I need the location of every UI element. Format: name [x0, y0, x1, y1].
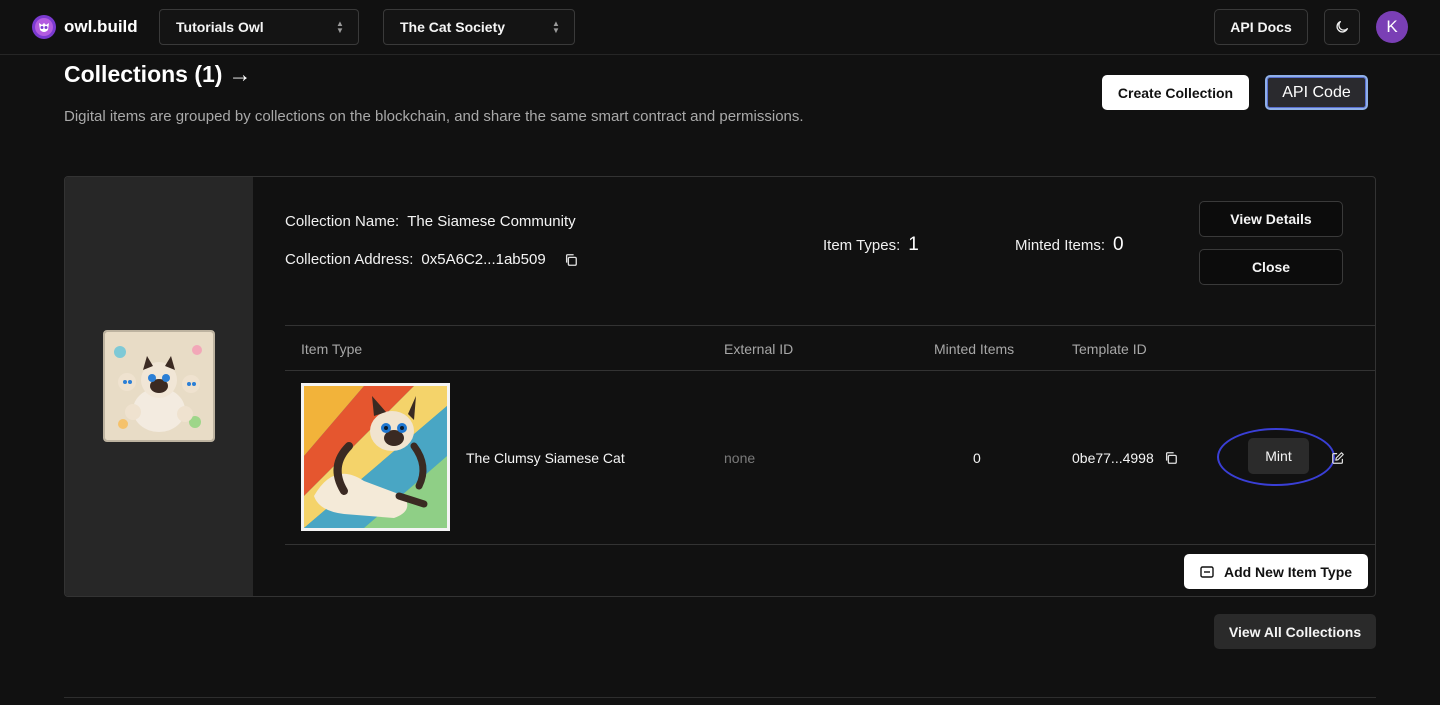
organization-select[interactable]: Tutorials Owl ▲ ▼ [159, 9, 359, 45]
copy-icon[interactable] [1164, 451, 1178, 465]
view-all-collections-button[interactable]: View All Collections [1214, 614, 1376, 649]
collection-address-value: 0x5A6C2...1ab509 [421, 251, 546, 268]
owl-logo-icon [32, 15, 56, 39]
collection-image [103, 330, 215, 442]
collection-name-row: Collection Name: The Siamese Community [285, 213, 576, 230]
api-docs-button[interactable]: API Docs [1214, 9, 1308, 45]
column-header-external-id: External ID [724, 341, 794, 357]
table-header: Item Type External ID Minted Items Templ… [285, 325, 1375, 371]
collection-name-value: The Siamese Community [407, 213, 576, 230]
brand-name: owl.build [64, 17, 138, 36]
column-header-item-type: Item Type [301, 341, 363, 357]
item-minted-count: 0 [973, 450, 981, 466]
add-item-icon [1200, 565, 1214, 578]
project-select[interactable]: The Cat Society ▲ ▼ [383, 9, 575, 45]
collection-card: Collection Name: The Siamese Community C… [64, 176, 1376, 597]
top-navigation-bar: owl.build Tutorials Owl ▲ ▼ The Cat Socie… [0, 0, 1440, 55]
add-new-item-type-button[interactable]: Add New Item Type [1184, 554, 1368, 589]
table-row: The Clumsy Siamese Cat none 0 0be77...49… [285, 371, 1375, 545]
arrow-right-icon: → [228, 61, 252, 87]
divider [64, 697, 1376, 698]
add-new-item-type-label: Add New Item Type [1223, 563, 1353, 580]
column-header-minted-items: Minted Items [934, 341, 1015, 357]
item-types-stat: Item Types: 1 [823, 234, 919, 256]
project-select-value: The Cat Society [400, 19, 506, 35]
mint-button[interactable]: Mint [1248, 438, 1309, 474]
brand[interactable]: owl.build [32, 15, 138, 39]
view-details-button[interactable]: View Details [1199, 201, 1343, 237]
moon-icon [1336, 21, 1348, 33]
collection-name-label: Collection Name: [285, 213, 400, 230]
minted-items-stat: Minted Items: 0 [1015, 234, 1124, 256]
api-code-button[interactable]: API Code [1265, 75, 1368, 110]
item-type-image [301, 383, 450, 531]
chevron-up-down-icon: ▲ ▼ [552, 19, 560, 35]
page-title[interactable]: Collections (1) → [64, 61, 251, 88]
create-collection-button[interactable]: Create Collection [1102, 75, 1249, 110]
item-type-name: The Clumsy Siamese Cat [466, 450, 625, 466]
item-types-count: 1 [908, 234, 919, 255]
item-external-id: none [724, 450, 756, 466]
column-header-template-id: Template ID [1072, 341, 1147, 357]
item-template-id: 0be77...4998 [1072, 450, 1154, 466]
collection-image-panel [65, 177, 253, 596]
copy-icon[interactable] [564, 253, 578, 267]
minted-items-label: Minted Items: [1015, 236, 1106, 254]
item-types-table: Item Type External ID Minted Items Templ… [285, 325, 1375, 545]
page-title-text: Collections (1) [64, 61, 223, 87]
close-button[interactable]: Close [1199, 249, 1343, 285]
theme-toggle-button[interactable] [1324, 9, 1360, 45]
minted-items-count: 0 [1113, 234, 1124, 255]
edit-icon[interactable] [1331, 451, 1345, 465]
chevron-up-down-icon: ▲ ▼ [336, 19, 344, 35]
collection-address-label: Collection Address: [285, 251, 414, 268]
item-types-label: Item Types: [823, 236, 901, 254]
collection-address-row: Collection Address: 0x5A6C2...1ab509 [285, 251, 578, 268]
user-avatar[interactable]: K [1376, 11, 1408, 43]
item-template-id-cell: 0be77...4998 [1072, 450, 1178, 466]
page-description: Digital items are grouped by collections… [64, 108, 804, 125]
organization-select-value: Tutorials Owl [176, 19, 264, 35]
